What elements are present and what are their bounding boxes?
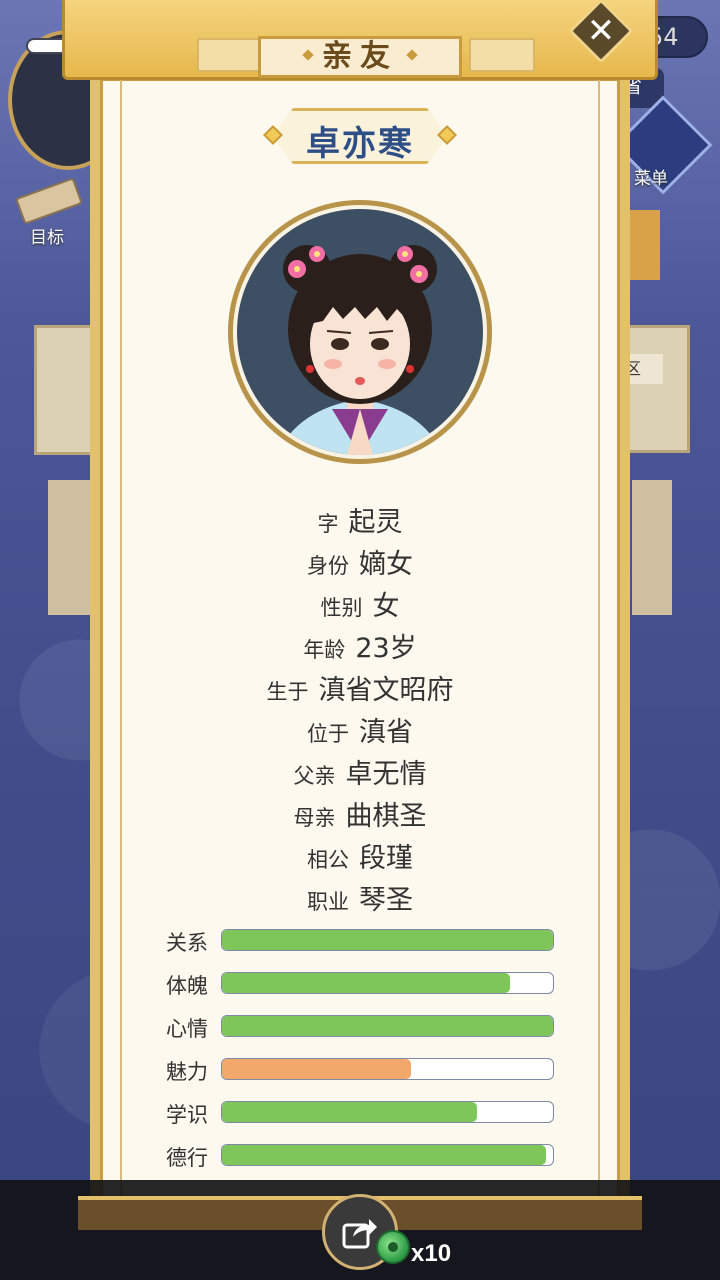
stat-fill (222, 1102, 477, 1122)
modal-title-text: 亲友 (322, 39, 398, 74)
target-button[interactable]: 目标 (8, 177, 88, 248)
stat-label: 体魄 (166, 974, 208, 998)
info-value: 起灵 (348, 507, 403, 538)
bg-card-right: 区 (620, 325, 690, 453)
stat-mood: 心情 (166, 1011, 566, 1054)
stat-fill (222, 930, 553, 950)
info-row-husband: 相公 段瑾 (120, 836, 600, 878)
stat-relationship: 关系 (166, 925, 566, 968)
name-plate: 卓亦寒 (262, 108, 458, 164)
bg-card-right-lower (632, 480, 672, 615)
rod-ornament-left (197, 38, 263, 72)
stat-track (221, 929, 554, 951)
info-key: 身份 (307, 554, 349, 578)
info-value: 23岁 (355, 633, 417, 664)
info-value: 卓无情 (345, 759, 427, 790)
reward-count: x10 (411, 1240, 452, 1267)
portrait-image (237, 209, 483, 455)
stat-label: 学识 (166, 1103, 208, 1127)
info-key: 母亲 (293, 806, 336, 830)
character-name: 卓亦寒 (306, 124, 414, 164)
stat-fill (222, 1145, 547, 1165)
stat-label: 关系 (166, 931, 208, 955)
target-label: 目标 (30, 228, 64, 248)
share-icon (342, 1219, 377, 1249)
info-row-father: 父亲 卓无情 (120, 752, 600, 794)
info-key: 字 (317, 512, 339, 536)
info-row-style-name: 字起灵 (120, 500, 600, 542)
stat-fill (222, 1059, 411, 1079)
info-key: 父亲 (293, 764, 336, 788)
stat-track (221, 1101, 554, 1123)
info-row-occupation: 职业 琴圣 (120, 878, 600, 920)
info-key: 生于 (266, 680, 309, 704)
stat-virtue: 德行 (166, 1140, 566, 1183)
attribute-bars: 关系 体魄 心情 魅力 学识 德行 (166, 925, 566, 1183)
stat-label: 魅力 (166, 1060, 208, 1084)
info-value: 女 (372, 591, 400, 622)
info-value: 段瑾 (359, 843, 413, 874)
info-row-birthplace: 生于 滇省文昭府 (120, 668, 600, 710)
info-row-location: 位于 滇省 (120, 710, 600, 752)
modal-title: 亲友 (258, 36, 462, 78)
stat-charm: 魅力 (166, 1054, 566, 1097)
info-value: 滇省 (359, 717, 413, 748)
stat-fill (222, 973, 510, 993)
stat-knowledge: 学识 (166, 1097, 566, 1140)
info-row-age: 年龄 23岁 (120, 626, 600, 668)
info-key: 相公 (307, 848, 349, 872)
stat-track (221, 1144, 554, 1166)
info-row-identity: 身份 嫡女 (120, 542, 600, 584)
stat-track (221, 1015, 554, 1037)
jade-icon (376, 1230, 410, 1264)
stat-physique: 体魄 (166, 968, 566, 1011)
stat-track (221, 1058, 554, 1080)
info-key: 位于 (307, 722, 349, 746)
info-key: 性别 (320, 596, 363, 620)
info-value: 滇省文昭府 (318, 675, 454, 706)
diamond-ornament-icon (406, 48, 418, 61)
diamond-ornament-icon (302, 48, 314, 61)
info-row-mother: 母亲 曲棋圣 (120, 794, 600, 836)
character-info-list: 字起灵 身份 嫡女 性别女 年龄 23岁 生于 滇省文昭府 位于 滇省 父亲 卓无情 母亲… (120, 500, 600, 920)
stat-label: 心情 (166, 1017, 208, 1041)
info-key: 年龄 (303, 638, 346, 662)
stat-fill (222, 1016, 553, 1036)
info-value: 琴圣 (359, 885, 413, 916)
info-value: 曲棋圣 (345, 801, 427, 832)
stat-track (221, 972, 554, 994)
scroll-icon (15, 177, 83, 225)
info-value: 嫡女 (359, 549, 413, 580)
menu-label: 菜单 (634, 169, 668, 189)
rod-ornament-right (469, 38, 535, 72)
stat-label: 德行 (166, 1146, 208, 1170)
info-row-gender: 性别女 (120, 584, 600, 626)
info-key: 职业 (307, 890, 349, 914)
character-portrait (228, 200, 492, 464)
